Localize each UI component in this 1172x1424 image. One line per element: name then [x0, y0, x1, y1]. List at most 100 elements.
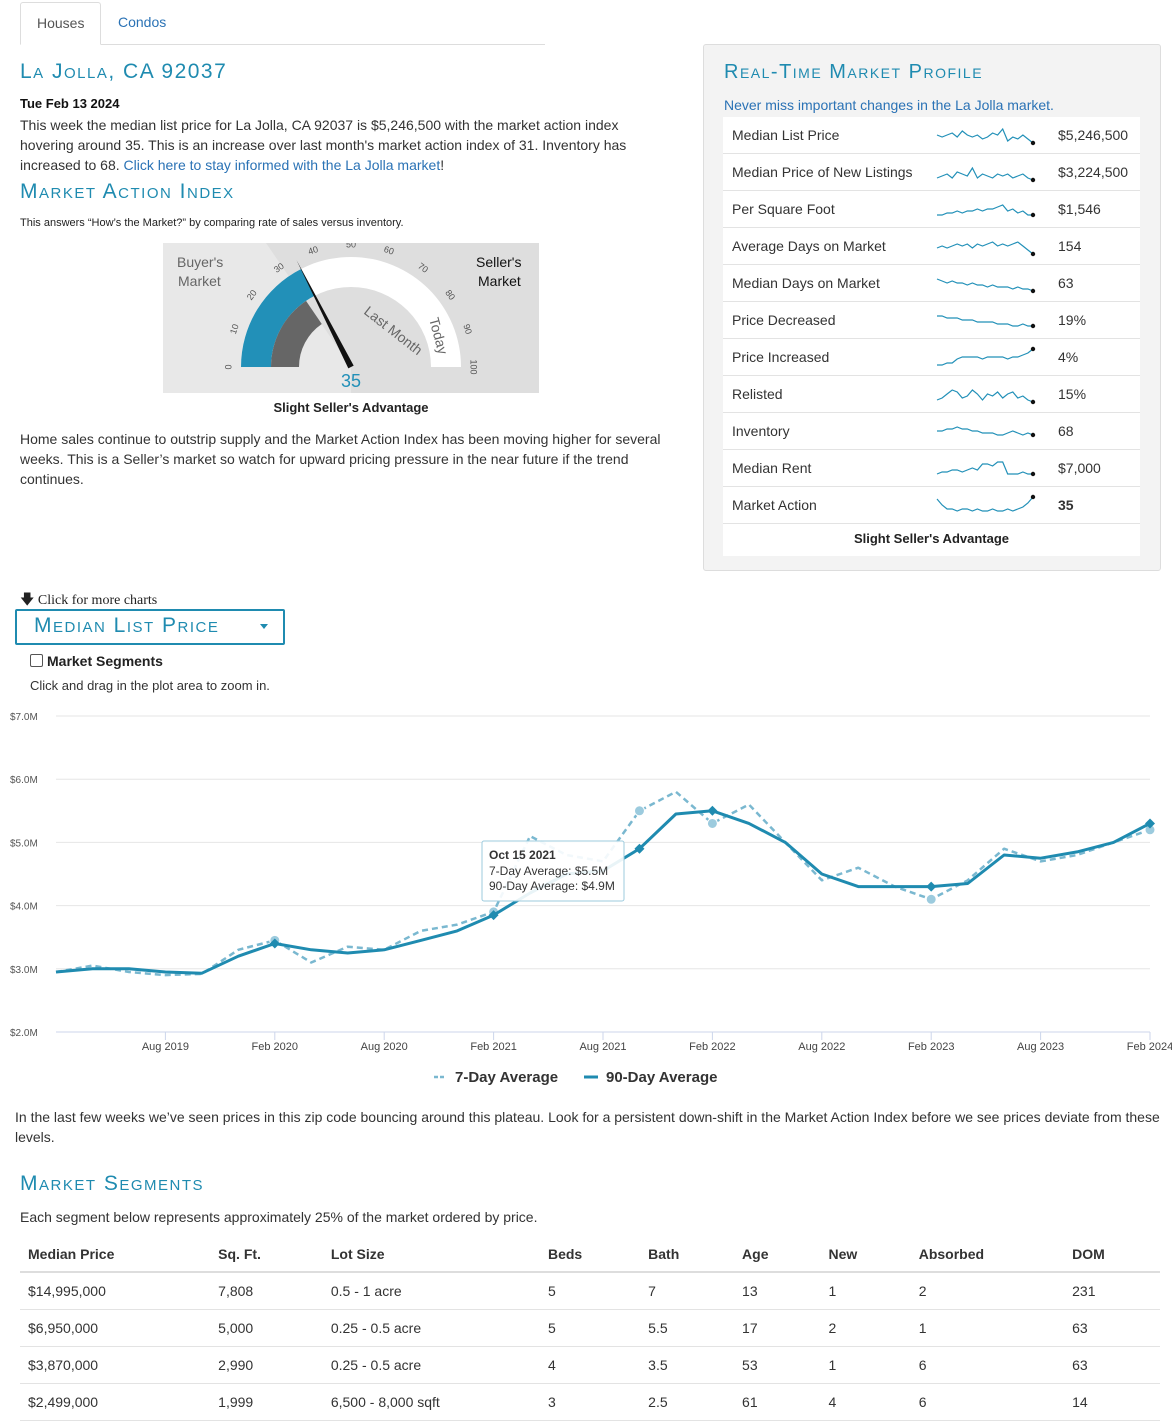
table-cell: 5.5 — [640, 1309, 735, 1347]
sparkline-path — [937, 204, 1033, 216]
x-tick-label: Aug 2020 — [361, 1041, 408, 1053]
profile-row[interactable]: Price Decreased 19% — [723, 302, 1140, 339]
sparkline-path — [936, 166, 1034, 181]
profile-title: Real-Time Market Profile — [724, 61, 984, 83]
table-cell: 1 — [820, 1272, 911, 1310]
sparkline-endpoint — [1030, 432, 1036, 438]
table-cell: 1 — [910, 1309, 1065, 1347]
market-action-gauge: 0 10 20 30 40 50 60 70 80 90 100 Buyer's Market Se… — [163, 239, 539, 393]
chart-selector-label: Median List Price — [34, 614, 220, 637]
series-marker-90day[interactable] — [707, 805, 718, 816]
market-profile-panel: Real-Time Market Profile Never miss impo… — [703, 44, 1161, 571]
profile-row[interactable]: Per Square Foot $1,546 — [723, 191, 1140, 228]
table-cell: 1,999 — [210, 1383, 323, 1421]
profile-row[interactable]: Median Rent $7,000 — [723, 450, 1140, 487]
arrow-down-icon: 🡇 — [20, 593, 35, 608]
table-cell: 2 — [910, 1272, 1065, 1310]
chart-legend[interactable]: 7-Day Average 90-Day Average — [434, 1069, 717, 1086]
table-cell: 61 — [734, 1383, 821, 1421]
series-marker-90day[interactable] — [926, 881, 937, 892]
intro-paragraph: This week the median list price for La J… — [20, 115, 660, 175]
profile-row-value: 19% — [1058, 312, 1087, 328]
gauge-value: 35 — [341, 371, 361, 391]
tab-houses[interactable]: Houses — [20, 2, 102, 45]
profile-subtitle-link[interactable]: Never miss important changes in the La J… — [724, 97, 1054, 113]
profile-row-label: Median Rent — [732, 460, 812, 476]
tooltip-line-2: 90-Day Average: $4.9M — [489, 879, 615, 893]
tab-condos[interactable]: Condos — [102, 2, 182, 43]
table-cell: 5 — [539, 1309, 641, 1347]
table-cell: $2,499,000 — [20, 1383, 211, 1421]
y-tick-label: $5.0M — [10, 838, 38, 849]
chart-selector-dropdown[interactable]: Median List Price — [15, 609, 285, 645]
x-tick-label: Feb 2023 — [908, 1041, 954, 1053]
table-cell: 17 — [734, 1309, 821, 1347]
profile-row[interactable]: Median Price of New Listings $3,224,500 — [723, 154, 1140, 191]
profile-row-label: Market Action — [732, 497, 817, 513]
x-tick-label: Aug 2019 — [142, 1041, 189, 1053]
profile-row[interactable]: Relisted 15% — [723, 376, 1140, 413]
market-segments-toggle[interactable]: Market Segments — [30, 653, 163, 669]
mai-paragraph: Home sales continue to outstrip supply a… — [20, 431, 661, 487]
gauge-tick-label: 60 — [383, 244, 396, 257]
table-row: $6,950,000 5,000 0.25 - 0.5 acre 5 5.5 17 2 1 63 — [20, 1309, 1160, 1347]
series-marker-7day[interactable] — [633, 805, 645, 817]
profile-row[interactable]: Inventory 68 — [723, 413, 1140, 450]
segments-header-cell: Lot Size — [322, 1237, 540, 1273]
profile-row[interactable]: Average Days on Market 154 — [723, 228, 1140, 265]
sparkline-endpoint — [1030, 346, 1036, 352]
sparkline — [936, 127, 1036, 146]
table-cell: 0.25 - 0.5 acre — [322, 1346, 540, 1384]
y-tick-label: $2.0M — [10, 1028, 38, 1039]
segments-header-cell: Sq. Ft. — [210, 1237, 323, 1273]
sparkline-path — [937, 315, 1033, 327]
segments-body: $14,995,000 7,808 0.5 - 1 acre 5 7 13 1 2 231 $6,… — [20, 1272, 1160, 1421]
stay-informed-link[interactable]: Click here to stay informed with the La … — [124, 157, 441, 173]
tooltip-line-1: 7-Day Average: $5.5M — [489, 864, 608, 878]
sparkline — [936, 241, 1036, 257]
gauge-tick-label: 100 — [469, 359, 479, 374]
table-row: $2,499,000 1,999 6,500 - 8,000 sqft 3 2.5 61 4… — [20, 1383, 1160, 1421]
profile-table: Median List Price $5,246,500 Median Price … — [723, 117, 1140, 556]
segments-subtitle: Each segment below represents approximat… — [20, 1209, 538, 1225]
chart-svg[interactable]: $2.0M $3.0M $4.0M $5.0M $6.0M $7.0M Aug 2019 Fe… — [0, 700, 1172, 1100]
table-cell: 6,500 - 8,000 sqft — [322, 1383, 540, 1421]
median-price-chart[interactable]: $2.0M $3.0M $4.0M $5.0M $6.0M $7.0M Aug 2019 Fe… — [0, 700, 1172, 1100]
table-cell: 2,990 — [210, 1346, 323, 1384]
sparkline — [936, 166, 1036, 183]
sparkline-endpoint — [1030, 177, 1036, 183]
profile-row-value: $7,000 — [1058, 460, 1101, 476]
sparkline — [937, 204, 1036, 218]
profile-row-label: Median Price of New Listings — [732, 164, 913, 180]
sparkline — [937, 315, 1036, 329]
sparkline — [937, 426, 1036, 438]
series-marker-7day[interactable] — [706, 817, 718, 829]
chart-tooltip: Oct 15 2021 7-Day Average: $5.5M90-Day Av… — [481, 840, 625, 902]
profile-row[interactable]: Market Action 35 — [723, 487, 1140, 524]
profile-row-label: Median Days on Market — [732, 275, 880, 291]
table-cell: 14 — [1064, 1383, 1160, 1421]
gauge-tick-label: 40 — [307, 244, 320, 257]
profile-row[interactable]: Median List Price $5,246,500 — [723, 117, 1140, 154]
legend-label-7day[interactable]: 7-Day Average — [455, 1069, 558, 1086]
profile-row-value: $1,546 — [1058, 201, 1101, 217]
sparkline-endpoint — [1030, 471, 1036, 477]
sparkline-path — [937, 426, 1034, 436]
segments-checkbox[interactable] — [30, 654, 43, 667]
x-tick-label: Aug 2021 — [579, 1041, 626, 1053]
series-marker-7day[interactable] — [925, 893, 937, 905]
segments-header-cell: Absorbed — [910, 1237, 1065, 1273]
profile-row[interactable]: Median Days on Market 63 — [723, 265, 1140, 302]
sparkline-endpoint — [1030, 140, 1036, 146]
intro-end: ! — [440, 157, 445, 173]
sparkline-endpoint — [1030, 251, 1036, 257]
profile-row[interactable]: Price Increased 4% — [723, 339, 1140, 376]
table-row: $3,870,000 2,990 0.25 - 0.5 acre 4 3.5 53 1 6 63 — [20, 1346, 1160, 1384]
sparkline-path — [936, 241, 1034, 255]
profile-row-label: Per Square Foot — [732, 201, 835, 217]
sparkline-endpoint — [1030, 323, 1036, 329]
table-cell: $3,870,000 — [20, 1346, 211, 1384]
legend-label-90day[interactable]: 90-Day Average — [606, 1069, 717, 1086]
table-cell: 2 — [820, 1309, 911, 1347]
y-tick-label: $6.0M — [10, 775, 38, 786]
